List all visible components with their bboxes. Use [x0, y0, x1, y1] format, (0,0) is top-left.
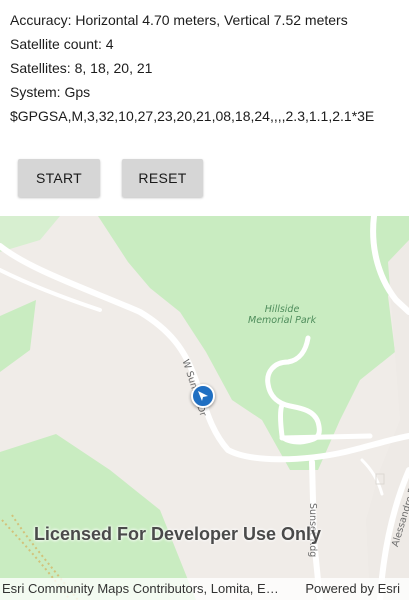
attribution-bar: Esri Community Maps Contributors, Lomita… — [0, 578, 409, 600]
accuracy-text: Accuracy: Horizontal 4.70 meters, Vertic… — [10, 12, 348, 28]
satellite-count-text: Satellite count: 4 — [10, 36, 114, 52]
system-text: System: Gps — [10, 84, 91, 100]
navigation-arrow-icon — [198, 391, 208, 401]
license-watermark: Licensed For Developer Use Only — [33, 524, 322, 544]
nmea-sentence-text: $GPGSA,M,3,32,10,27,23,20,21,08,18,24,,,… — [10, 108, 375, 124]
current-location-marker — [191, 384, 215, 408]
park-label: Hillside Memorial Park — [248, 304, 316, 326]
gps-info-panel: Accuracy: Horizontal 4.70 meters, Vertic… — [10, 8, 405, 128]
start-button[interactable]: START — [18, 159, 100, 197]
powered-by-esri: Powered by Esri — [305, 581, 400, 596]
attribution-text[interactable]: Esri Community Maps Contributors, Lomita… — [2, 581, 284, 596]
park-label-line2: Memorial Park — [248, 315, 317, 326]
reset-button[interactable]: RESET — [122, 159, 203, 197]
satellites-text: Satellites: 8, 18, 20, 21 — [10, 60, 153, 76]
park-label-line1: Hillside — [264, 304, 300, 315]
